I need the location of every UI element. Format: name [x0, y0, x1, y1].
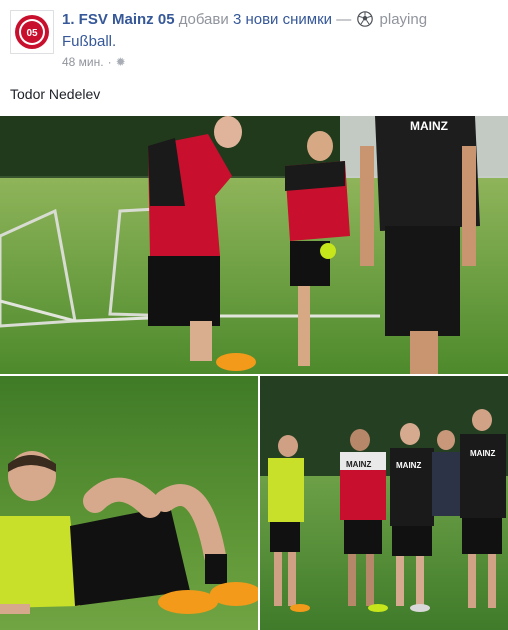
soccer-ball-icon: [357, 11, 374, 32]
shirt-text: MAINZ: [470, 449, 495, 458]
shirt-text: MAINZ: [410, 119, 448, 133]
shirt-text: MAINZ: [346, 460, 371, 469]
photos-link[interactable]: 3 нови снимки: [233, 11, 332, 28]
photo-large[interactable]: MAINZ: [0, 116, 508, 374]
photo-bottom-left[interactable]: [0, 376, 258, 630]
shirt-text: MAINZ: [396, 461, 421, 470]
photo-bottom-right[interactable]: MAINZ MAINZ MAINZ: [260, 376, 508, 630]
photo-team-huddle: MAINZ MAINZ MAINZ: [260, 376, 508, 630]
activity-verb: playing: [379, 11, 428, 28]
photo-player-resting: [0, 376, 258, 630]
meta-separator: ·: [107, 55, 112, 69]
post-title: 1. FSV Mainz 05 добави 3 нови снимки — p…: [62, 10, 492, 51]
page-name-link[interactable]: 1. FSV Mainz 05: [62, 11, 175, 28]
activity-object-link[interactable]: Fußball.: [62, 33, 116, 50]
gear-icon[interactable]: ✹: [116, 55, 126, 69]
post-header: 05 1. FSV Mainz 05 добави 3 нови снимки …: [10, 8, 500, 72]
photo-training-players: MAINZ: [0, 116, 508, 374]
logo-text: 05: [26, 28, 38, 39]
mainz-logo: 05: [11, 11, 53, 53]
post-caption: Todor Nedelev: [10, 86, 101, 102]
title-separator: —: [336, 11, 352, 28]
action-text: добави: [178, 11, 229, 28]
post-meta: 48 мин. · ✹: [62, 55, 126, 69]
page-avatar[interactable]: 05: [10, 10, 54, 54]
timestamp[interactable]: 48 мин.: [62, 55, 104, 69]
